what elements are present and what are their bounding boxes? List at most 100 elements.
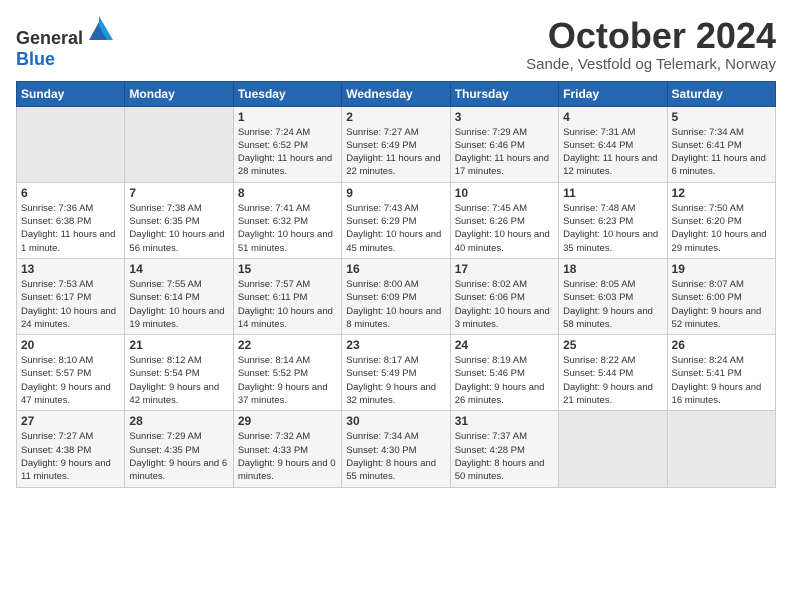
- day-info: Sunrise: 7:41 AM Sunset: 6:32 PM Dayligh…: [238, 202, 337, 255]
- calendar-week-row: 6 Sunrise: 7:36 AM Sunset: 6:38 PM Daylig…: [17, 182, 776, 258]
- calendar-cell: 22Sunrise: 8:14 AM Sunset: 5:52 PM Dayli…: [233, 335, 341, 411]
- logo-general: General: [16, 28, 83, 48]
- day-info: Sunrise: 7:43 AM Sunset: 6:29 PM Dayligh…: [346, 202, 445, 255]
- calendar-cell: 29Sunrise: 7:32 AM Sunset: 4:33 PM Dayli…: [233, 411, 341, 487]
- day-number: 14: [129, 262, 228, 276]
- day-number: 1: [238, 110, 337, 124]
- calendar-cell: [17, 106, 125, 182]
- calendar-cell: 8 Sunrise: 7:41 AM Sunset: 6:32 PM Daylig…: [233, 182, 341, 258]
- calendar-cell: 19 Sunrise: 8:07 AM Sunset: 6:00 PM Dayli…: [667, 258, 775, 334]
- calendar-cell: 23 Sunrise: 8:17 AM Sunset: 5:49 PM Dayli…: [342, 335, 450, 411]
- day-info: Sunrise: 7:57 AM Sunset: 6:11 PM Dayligh…: [238, 278, 337, 331]
- calendar-week-row: 27 Sunrise: 7:27 AM Sunset: 4:38 PM Dayli…: [17, 411, 776, 487]
- day-info: Sunrise: 8:05 AM Sunset: 6:03 PM Dayligh…: [563, 278, 662, 331]
- calendar-cell: 18Sunrise: 8:05 AM Sunset: 6:03 PM Dayli…: [559, 258, 667, 334]
- day-info: Sunrise: 7:50 AM Sunset: 6:20 PM Dayligh…: [672, 202, 771, 255]
- logo-text: General Blue: [16, 16, 113, 70]
- day-info: Sunrise: 7:48 AM Sunset: 6:23 PM Dayligh…: [563, 202, 662, 255]
- day-info: Sunrise: 8:17 AM Sunset: 5:49 PM Dayligh…: [346, 354, 445, 407]
- day-info: Sunrise: 8:24 AM Sunset: 5:41 PM Dayligh…: [672, 354, 771, 407]
- day-number: 26: [672, 338, 771, 352]
- calendar-cell: 30 Sunrise: 7:34 AM Sunset: 4:30 PM Dayli…: [342, 411, 450, 487]
- day-info: Sunrise: 8:14 AM Sunset: 5:52 PM Dayligh…: [238, 354, 337, 407]
- day-number: 27: [21, 414, 120, 428]
- day-info: Sunrise: 7:34 AM Sunset: 4:30 PM Dayligh…: [346, 430, 445, 483]
- calendar-week-row: 13 Sunrise: 7:53 AM Sunset: 6:17 PM Dayli…: [17, 258, 776, 334]
- day-info: Sunrise: 7:24 AM Sunset: 6:52 PM Dayligh…: [238, 126, 337, 179]
- day-info: Sunrise: 7:55 AM Sunset: 6:14 PM Dayligh…: [129, 278, 228, 331]
- calendar-cell: 12 Sunrise: 7:50 AM Sunset: 6:20 PM Dayli…: [667, 182, 775, 258]
- day-info: Sunrise: 8:22 AM Sunset: 5:44 PM Dayligh…: [563, 354, 662, 407]
- day-info: Sunrise: 7:53 AM Sunset: 6:17 PM Dayligh…: [21, 278, 120, 331]
- day-info: Sunrise: 8:12 AM Sunset: 5:54 PM Dayligh…: [129, 354, 228, 407]
- weekday-header: Saturday: [667, 81, 775, 106]
- calendar-cell: 3Sunrise: 7:29 AM Sunset: 6:46 PM Daylig…: [450, 106, 558, 182]
- day-number: 28: [129, 414, 228, 428]
- day-number: 24: [455, 338, 554, 352]
- location-title: Sande, Vestfold og Telemark, Norway: [526, 56, 776, 73]
- calendar-cell: 4 Sunrise: 7:31 AM Sunset: 6:44 PM Daylig…: [559, 106, 667, 182]
- day-number: 13: [21, 262, 120, 276]
- weekday-header: Thursday: [450, 81, 558, 106]
- day-number: 19: [672, 262, 771, 276]
- day-info: Sunrise: 7:27 AM Sunset: 6:49 PM Dayligh…: [346, 126, 445, 179]
- day-number: 12: [672, 186, 771, 200]
- day-info: Sunrise: 8:02 AM Sunset: 6:06 PM Dayligh…: [455, 278, 554, 331]
- calendar-table: SundayMondayTuesdayWednesdayThursdayFrid…: [16, 81, 776, 488]
- weekday-header: Wednesday: [342, 81, 450, 106]
- day-number: 6: [21, 186, 120, 200]
- calendar-cell: 24Sunrise: 8:19 AM Sunset: 5:46 PM Dayli…: [450, 335, 558, 411]
- weekday-header: Monday: [125, 81, 233, 106]
- calendar-cell: 5Sunrise: 7:34 AM Sunset: 6:41 PM Daylig…: [667, 106, 775, 182]
- day-number: 2: [346, 110, 445, 124]
- calendar-cell: 6 Sunrise: 7:36 AM Sunset: 6:38 PM Daylig…: [17, 182, 125, 258]
- calendar-week-row: 1 Sunrise: 7:24 AM Sunset: 6:52 PM Daylig…: [17, 106, 776, 182]
- day-info: Sunrise: 8:10 AM Sunset: 5:57 PM Dayligh…: [21, 354, 120, 407]
- title-block: October 2024 Sande, Vestfold og Telemark…: [526, 16, 776, 73]
- calendar-cell: [667, 411, 775, 487]
- weekday-header: Tuesday: [233, 81, 341, 106]
- day-info: Sunrise: 7:31 AM Sunset: 6:44 PM Dayligh…: [563, 126, 662, 179]
- day-number: 17: [455, 262, 554, 276]
- calendar-cell: 16Sunrise: 8:00 AM Sunset: 6:09 PM Dayli…: [342, 258, 450, 334]
- weekday-header: Sunday: [17, 81, 125, 106]
- day-info: Sunrise: 7:38 AM Sunset: 6:35 PM Dayligh…: [129, 202, 228, 255]
- calendar-cell: 27 Sunrise: 7:27 AM Sunset: 4:38 PM Dayli…: [17, 411, 125, 487]
- day-info: Sunrise: 8:07 AM Sunset: 6:00 PM Dayligh…: [672, 278, 771, 331]
- calendar-cell: 11Sunrise: 7:48 AM Sunset: 6:23 PM Dayli…: [559, 182, 667, 258]
- calendar-cell: 31Sunrise: 7:37 AM Sunset: 4:28 PM Dayli…: [450, 411, 558, 487]
- calendar-cell: 7Sunrise: 7:38 AM Sunset: 6:35 PM Daylig…: [125, 182, 233, 258]
- calendar-cell: 21Sunrise: 8:12 AM Sunset: 5:54 PM Dayli…: [125, 335, 233, 411]
- weekday-header: Friday: [559, 81, 667, 106]
- month-title: October 2024: [526, 16, 776, 56]
- day-info: Sunrise: 7:27 AM Sunset: 4:38 PM Dayligh…: [21, 430, 120, 483]
- day-info: Sunrise: 7:36 AM Sunset: 6:38 PM Dayligh…: [21, 202, 120, 255]
- day-number: 5: [672, 110, 771, 124]
- day-number: 15: [238, 262, 337, 276]
- calendar-cell: 26 Sunrise: 8:24 AM Sunset: 5:41 PM Dayli…: [667, 335, 775, 411]
- day-number: 10: [455, 186, 554, 200]
- calendar-cell: 10 Sunrise: 7:45 AM Sunset: 6:26 PM Dayli…: [450, 182, 558, 258]
- day-number: 20: [21, 338, 120, 352]
- day-number: 23: [346, 338, 445, 352]
- logo-icon: [85, 16, 113, 44]
- day-info: Sunrise: 8:00 AM Sunset: 6:09 PM Dayligh…: [346, 278, 445, 331]
- logo-blue: Blue: [16, 49, 55, 69]
- day-number: 8: [238, 186, 337, 200]
- calendar-cell: 15 Sunrise: 7:57 AM Sunset: 6:11 PM Dayli…: [233, 258, 341, 334]
- calendar-cell: 20 Sunrise: 8:10 AM Sunset: 5:57 PM Dayli…: [17, 335, 125, 411]
- calendar-cell: 25 Sunrise: 8:22 AM Sunset: 5:44 PM Dayli…: [559, 335, 667, 411]
- day-info: Sunrise: 7:45 AM Sunset: 6:26 PM Dayligh…: [455, 202, 554, 255]
- calendar-cell: [559, 411, 667, 487]
- calendar-cell: 13 Sunrise: 7:53 AM Sunset: 6:17 PM Dayli…: [17, 258, 125, 334]
- calendar-cell: 9Sunrise: 7:43 AM Sunset: 6:29 PM Daylig…: [342, 182, 450, 258]
- calendar-cell: 28Sunrise: 7:29 AM Sunset: 4:35 PM Dayli…: [125, 411, 233, 487]
- day-number: 30: [346, 414, 445, 428]
- day-number: 4: [563, 110, 662, 124]
- weekday-header-row: SundayMondayTuesdayWednesdayThursdayFrid…: [17, 81, 776, 106]
- calendar-week-row: 20 Sunrise: 8:10 AM Sunset: 5:57 PM Dayli…: [17, 335, 776, 411]
- calendar-cell: 14 Sunrise: 7:55 AM Sunset: 6:14 PM Dayli…: [125, 258, 233, 334]
- calendar-cell: 17 Sunrise: 8:02 AM Sunset: 6:06 PM Dayli…: [450, 258, 558, 334]
- day-number: 25: [563, 338, 662, 352]
- day-number: 29: [238, 414, 337, 428]
